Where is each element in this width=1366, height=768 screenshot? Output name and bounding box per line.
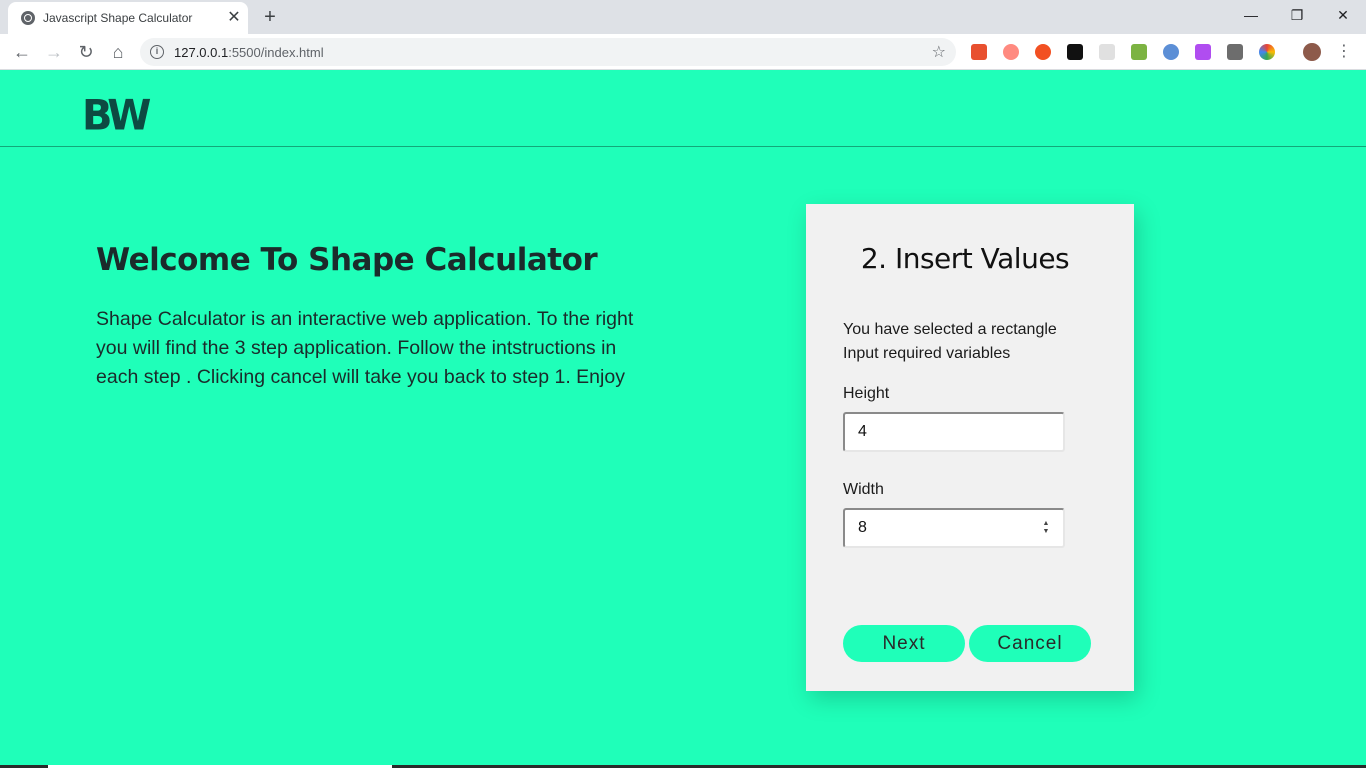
height-input[interactable]: 4 <box>843 412 1065 452</box>
next-button[interactable]: Next <box>843 625 965 662</box>
selected-shape-text: You have selected a rectangle <box>843 321 1057 338</box>
browser-tab[interactable]: Javascript Shape Calculator ✕ <box>8 2 248 34</box>
width-input[interactable]: 8 ▲ ▼ <box>843 508 1065 548</box>
extension-icon[interactable] <box>1099 44 1115 60</box>
home-icon[interactable]: ⌂ <box>104 38 132 66</box>
cancel-button[interactable]: Cancel <box>969 625 1091 662</box>
extension-icon[interactable] <box>1003 44 1019 60</box>
height-value: 4 <box>858 423 867 440</box>
welcome-title: Welcome To Shape Calculator <box>96 242 598 278</box>
height-label: Height <box>843 385 890 402</box>
width-value: 8 <box>858 519 867 536</box>
back-icon[interactable]: ← <box>8 38 36 66</box>
extension-icon[interactable] <box>1035 44 1051 60</box>
forward-icon[interactable]: → <box>40 38 68 66</box>
profile-avatar[interactable] <box>1303 43 1321 61</box>
extension-icon[interactable] <box>1067 44 1083 60</box>
restore-icon[interactable]: ❐ <box>1274 0 1320 30</box>
close-tab-icon[interactable]: ✕ <box>224 8 244 28</box>
browser-tab-bar: Javascript Shape Calculator ✕ + — ❐ ✕ <box>0 0 1366 34</box>
welcome-description: Shape Calculator is an interactive web a… <box>96 308 634 388</box>
bookmark-star-icon[interactable]: ☆ <box>932 42 946 62</box>
extension-icon[interactable] <box>1259 44 1275 60</box>
bw-logo[interactable]: BW <box>82 95 151 137</box>
step-title: 2. Insert Values <box>860 242 1070 275</box>
page-header: BW <box>0 70 1366 147</box>
url-text: 127.0.0.1:5500/index.html <box>174 45 324 60</box>
minimize-icon[interactable]: — <box>1228 0 1274 30</box>
office-extension-icon[interactable] <box>971 44 987 60</box>
extension-icon[interactable] <box>1131 44 1147 60</box>
close-window-icon[interactable]: ✕ <box>1320 0 1366 30</box>
address-bar[interactable]: i 127.0.0.1:5500/index.html ☆ <box>140 38 956 66</box>
globe-icon <box>21 11 35 25</box>
browser-toolbar: ← → ↻ ⌂ i 127.0.0.1:5500/index.html ☆ ⋮ <box>0 34 1366 70</box>
number-stepper-icon[interactable]: ▲ ▼ <box>1041 520 1051 536</box>
more-menu-icon[interactable]: ⋮ <box>1336 40 1352 64</box>
reload-icon[interactable]: ↻ <box>72 38 100 66</box>
tab-title: Javascript Shape Calculator <box>43 11 193 25</box>
extension-icon[interactable] <box>1163 44 1179 60</box>
calculator-card: 2. Insert Values You have selected a rec… <box>806 204 1134 691</box>
new-tab-icon[interactable]: + <box>258 5 282 29</box>
angular-extension-icon[interactable] <box>1227 44 1243 60</box>
extension-icon[interactable] <box>1195 44 1211 60</box>
width-label: Width <box>843 481 884 498</box>
instruction-text: Input required variables <box>843 345 1011 362</box>
info-icon[interactable]: i <box>150 45 164 59</box>
